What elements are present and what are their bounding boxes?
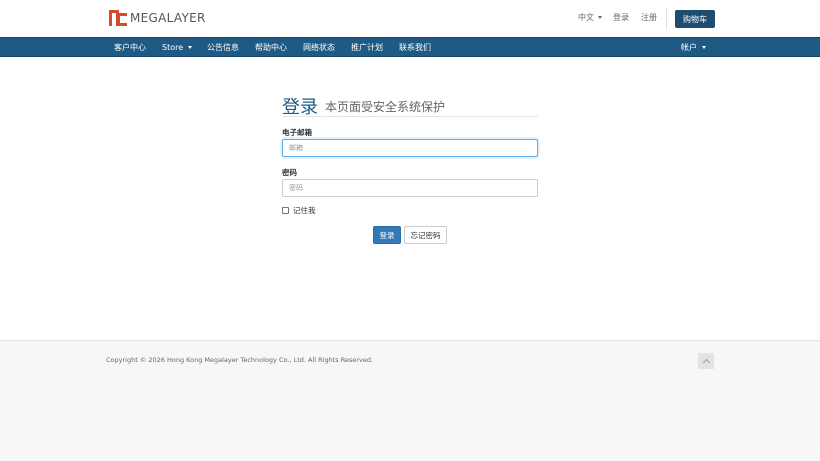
caret-down-icon xyxy=(188,46,193,49)
brand-name: MEGALAYER xyxy=(130,11,206,25)
nav-item-network-status[interactable]: 网络状态 xyxy=(303,38,335,58)
nav-item-client-area[interactable]: 客户中心 xyxy=(114,38,146,58)
page-title: 登录 xyxy=(282,97,318,118)
site-header: MEGALAYER 中文 登录 注册 购物车 xyxy=(0,0,820,37)
language-label: 中文 xyxy=(578,13,594,22)
back-to-top-button[interactable] xyxy=(698,353,714,369)
megalayer-logo-icon xyxy=(109,10,127,26)
brand-logo[interactable]: MEGALAYER xyxy=(109,10,206,26)
password-label: 密码 xyxy=(282,168,297,177)
chevron-up-icon xyxy=(702,358,710,366)
copyright-text: Copyright © 2026 Hong Kong Megalayer Tec… xyxy=(106,356,374,364)
remember-me-label: 记住我 xyxy=(293,206,316,215)
caret-down-icon xyxy=(702,46,706,49)
forgot-password-button[interactable]: 忘记密码 xyxy=(404,226,447,244)
nav-item-contact[interactable]: 联系我们 xyxy=(399,38,431,58)
register-link[interactable]: 注册 xyxy=(641,12,657,23)
email-label: 电子邮箱 xyxy=(282,128,312,137)
remember-me-checkbox[interactable] xyxy=(282,207,289,214)
nav-item-help-center[interactable]: 帮助中心 xyxy=(255,38,287,58)
main-nav: 客户中心 Store 公告信息 帮助中心 网络状态 推广计划 联系我们 帐户 xyxy=(0,37,820,57)
nav-item-account[interactable]: 帐户 xyxy=(681,38,706,58)
password-field[interactable]: 密码 xyxy=(282,179,538,197)
login-link[interactable]: 登录 xyxy=(613,12,629,23)
caret-down-icon xyxy=(598,16,602,19)
nav-item-affiliates[interactable]: 推广计划 xyxy=(351,38,383,58)
page-subtitle: 本页面受安全系统保护 xyxy=(325,100,446,114)
login-button[interactable]: 登录 xyxy=(373,226,401,244)
nav-item-store[interactable]: Store xyxy=(162,38,193,58)
page-title-row: 登录 本页面受安全系统保护 xyxy=(282,93,538,118)
nav-item-account-label: 帐户 xyxy=(681,43,697,52)
language-selector[interactable]: 中文 xyxy=(578,12,602,23)
cart-button[interactable]: 购物车 xyxy=(675,10,715,28)
main-content: 登录 本页面受安全系统保护 电子邮箱 邮箱 密码 密码 记住我 登录 忘记密码 xyxy=(0,57,820,340)
nav-item-announcements[interactable]: 公告信息 xyxy=(207,38,239,58)
nav-item-store-label: Store xyxy=(162,43,184,52)
remember-me[interactable]: 记住我 xyxy=(282,205,316,216)
site-footer: Copyright © 2026 Hong Kong Megalayer Tec… xyxy=(0,340,820,461)
header-divider xyxy=(666,8,667,30)
email-field[interactable]: 邮箱 xyxy=(282,139,538,157)
